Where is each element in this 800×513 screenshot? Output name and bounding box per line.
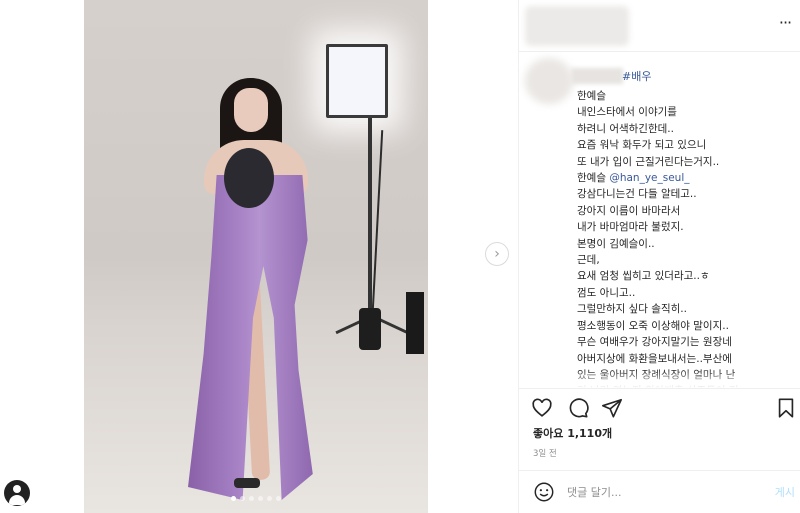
bookmark-icon[interactable]: [775, 397, 797, 419]
caption-line: 무슨 여배우가 강아지말기는 원장네: [577, 336, 732, 349]
mention-link[interactable]: @han_ye_seul_: [609, 172, 689, 184]
caption-line: 또 내가 입이 근질거린다는거지..: [577, 155, 720, 168]
caption-line: 요새 엄청 씹히고 있더라고..ㅎ: [577, 270, 710, 283]
caption-line: 아버지상에 화환을보내서는..부산에: [577, 352, 732, 365]
caption-line: 내인스타에서 이야기를: [577, 106, 677, 119]
sandbag: [359, 308, 381, 350]
carousel-dot[interactable]: [240, 496, 245, 501]
carousel-dot[interactable]: [267, 496, 272, 501]
carousel-dot[interactable]: [258, 496, 263, 501]
smile-icon[interactable]: [533, 481, 555, 503]
paper-plane-icon[interactable]: [601, 397, 623, 419]
post-comment-button[interactable]: 게시: [775, 484, 795, 500]
more-options-icon[interactable]: ···: [775, 14, 795, 34]
heart-icon[interactable]: [531, 397, 553, 419]
caption-line: 요즘 워낙 화두가 되고 있으니: [577, 139, 707, 152]
carousel-dot[interactable]: [249, 496, 254, 501]
comment-bar: 게시: [519, 470, 800, 513]
post-header: ···: [519, 0, 800, 52]
blurred-caption-username[interactable]: [571, 68, 623, 84]
likes-count[interactable]: 좋아요 1,110개: [533, 425, 612, 441]
left-gutter: [0, 0, 84, 513]
model-face: [234, 88, 268, 132]
comment-icon[interactable]: [567, 397, 589, 419]
caption-line: 강아지 이름이 바마라서: [577, 204, 681, 217]
caption-line: 본명이 김예슬이..: [577, 237, 655, 250]
equipment-box: [406, 292, 424, 354]
blurred-username[interactable]: [525, 6, 629, 46]
carousel-dot[interactable]: [231, 496, 236, 501]
caption-line: 강삼다니는건 다들 알테고..: [577, 188, 697, 201]
comment-input[interactable]: [567, 482, 737, 502]
caption-line: 평소행동이 오죽 이상해야 말이지..: [577, 319, 729, 332]
caption-line: 근데,: [577, 254, 600, 267]
caption-line-prefix: 한예슬: [577, 172, 610, 185]
caption-line: 한예슬 @han_ye_seul_: [577, 170, 800, 186]
caption-line: 하려니 어색하긴한데..: [577, 122, 674, 135]
post-panel: ··· #배우 한예슬 내인스타에서 이야기를 하려니 어색하긴한데.. 요즘 워낙 …: [518, 0, 800, 513]
hashtag-link[interactable]: #배우: [622, 68, 651, 84]
carousel-dots: [84, 496, 428, 501]
next-arrow-icon[interactable]: ›: [485, 242, 509, 266]
caption-line: 내가 바마엄마라 불렀지.: [577, 221, 684, 234]
post-photo[interactable]: [84, 0, 428, 513]
caption-line: 한예슬: [577, 90, 606, 102]
carousel-dot[interactable]: [276, 496, 281, 501]
bouquet: [224, 148, 274, 208]
caption-area: #배우 한예슬 내인스타에서 이야기를 하려니 어색하긴한데.. 요즘 워낙 화두가 …: [519, 52, 800, 388]
caption-avatar[interactable]: [525, 58, 573, 104]
profile-avatar-icon[interactable]: [4, 480, 30, 506]
caption-line: 그럴만하지 싶다 솔직히..: [577, 303, 687, 316]
caption-line: 껌도 아니고..: [577, 286, 636, 299]
studio-light: [326, 44, 388, 118]
caption-text: 한예슬 내인스타에서 이야기를 하려니 어색하긴한데.. 요즘 워낙 화두가 되고 있…: [577, 88, 800, 388]
post-time[interactable]: 3일 전: [533, 447, 557, 459]
shoe: [234, 478, 260, 488]
